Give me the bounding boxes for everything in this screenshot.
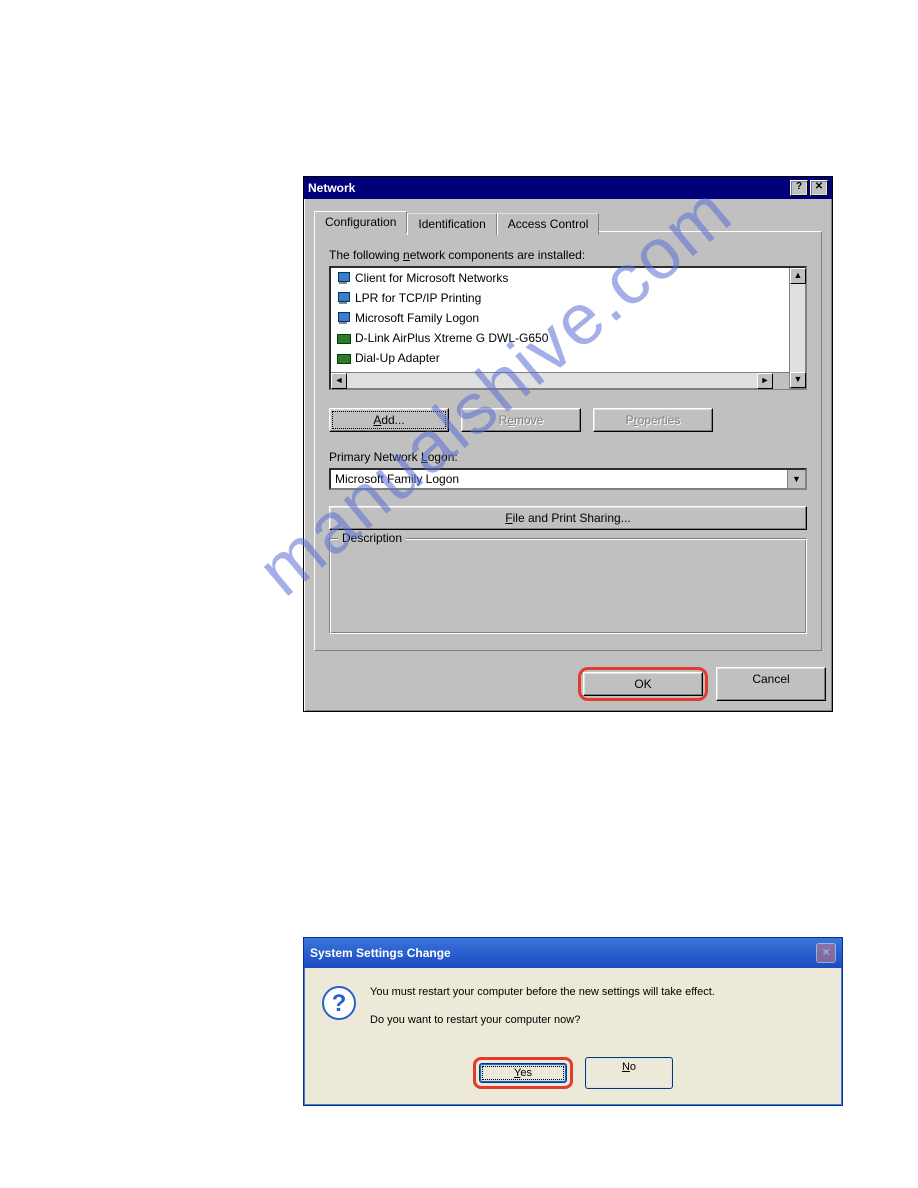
file-print-sharing-button[interactable]: File and Print Sharing... [329,506,807,530]
tab-panel-configuration: The following network components are ins… [314,231,822,651]
restart-message: You must restart your computer before th… [370,984,715,1039]
item-label: LPR for TCP/IP Printing [355,291,481,305]
remove-button: Remove [461,408,581,432]
add-button[interactable]: Add... [329,408,449,432]
primary-logon-combo[interactable]: Microsoft Family Logon ▼ [329,468,807,490]
components-label: The following network components are ins… [329,248,807,262]
scroll-up-icon[interactable]: ▲ [790,268,806,284]
restart-line1: You must restart your computer before th… [370,984,715,1002]
yes-highlight: Yes [473,1057,573,1089]
scroll-track[interactable] [347,373,757,388]
item-label: D-Link AirPlus Xtreme G DWL-G650 [355,331,548,345]
ok-highlight: OK [578,667,708,701]
scroll-track[interactable] [790,284,805,372]
network-title: Network [308,181,355,195]
restart-title: System Settings Change [310,946,451,960]
tab-access-control[interactable]: Access Control [497,213,600,235]
list-item[interactable]: D-Link AirPlus Xtreme G DWL-G650 [331,328,789,348]
ok-button[interactable]: OK [583,672,703,696]
item-label: Client for Microsoft Networks [355,271,508,285]
scroll-left-icon[interactable]: ◄ [331,373,347,389]
primary-logon-label: Primary Network Logon: [329,450,807,464]
scroll-right-icon[interactable]: ► [757,373,773,389]
horizontal-scrollbar[interactable]: ◄ ► [331,372,789,388]
cancel-button[interactable]: Cancel [716,667,826,701]
no-button[interactable]: No [585,1057,673,1089]
question-icon [322,986,356,1020]
vertical-scrollbar[interactable]: ▲ ▼ [789,268,805,388]
help-button[interactable]: ? [790,180,808,196]
description-groupbox: Description [329,538,807,634]
network-titlebar[interactable]: Network ? ✕ [304,177,832,199]
restart-titlebar[interactable]: System Settings Change × [304,938,842,968]
item-label: Microsoft Family Logon [355,311,479,325]
chevron-down-icon[interactable]: ▼ [787,470,805,488]
list-item[interactable]: Dial-Up Adapter [331,348,789,368]
combo-value: Microsoft Family Logon [331,470,787,488]
restart-line2: Do you want to restart your computer now… [370,1012,715,1030]
adapter-icon [335,350,351,366]
client-icon [335,310,351,326]
restart-dialog: System Settings Change × You must restar… [303,937,843,1106]
list-item[interactable]: Microsoft Family Logon [331,308,789,328]
client-icon [335,270,351,286]
list-item[interactable]: Client for Microsoft Networks [331,268,789,288]
client-icon [335,290,351,306]
close-icon: × [816,943,836,963]
tab-identification[interactable]: Identification [407,213,496,235]
yes-button[interactable]: Yes [479,1063,567,1083]
item-label: Dial-Up Adapter [355,351,440,365]
properties-button: Properties [593,408,713,432]
network-dialog: Network ? ✕ Configuration Identification… [303,176,833,712]
close-button[interactable]: ✕ [810,180,828,196]
tab-configuration[interactable]: Configuration [314,211,407,233]
scroll-corner [773,373,789,389]
description-label: Description [338,531,406,545]
components-listbox[interactable]: Client for Microsoft Networks LPR for TC… [329,266,807,390]
list-item[interactable]: LPR for TCP/IP Printing [331,288,789,308]
scroll-down-icon[interactable]: ▼ [790,372,806,388]
adapter-icon [335,330,351,346]
